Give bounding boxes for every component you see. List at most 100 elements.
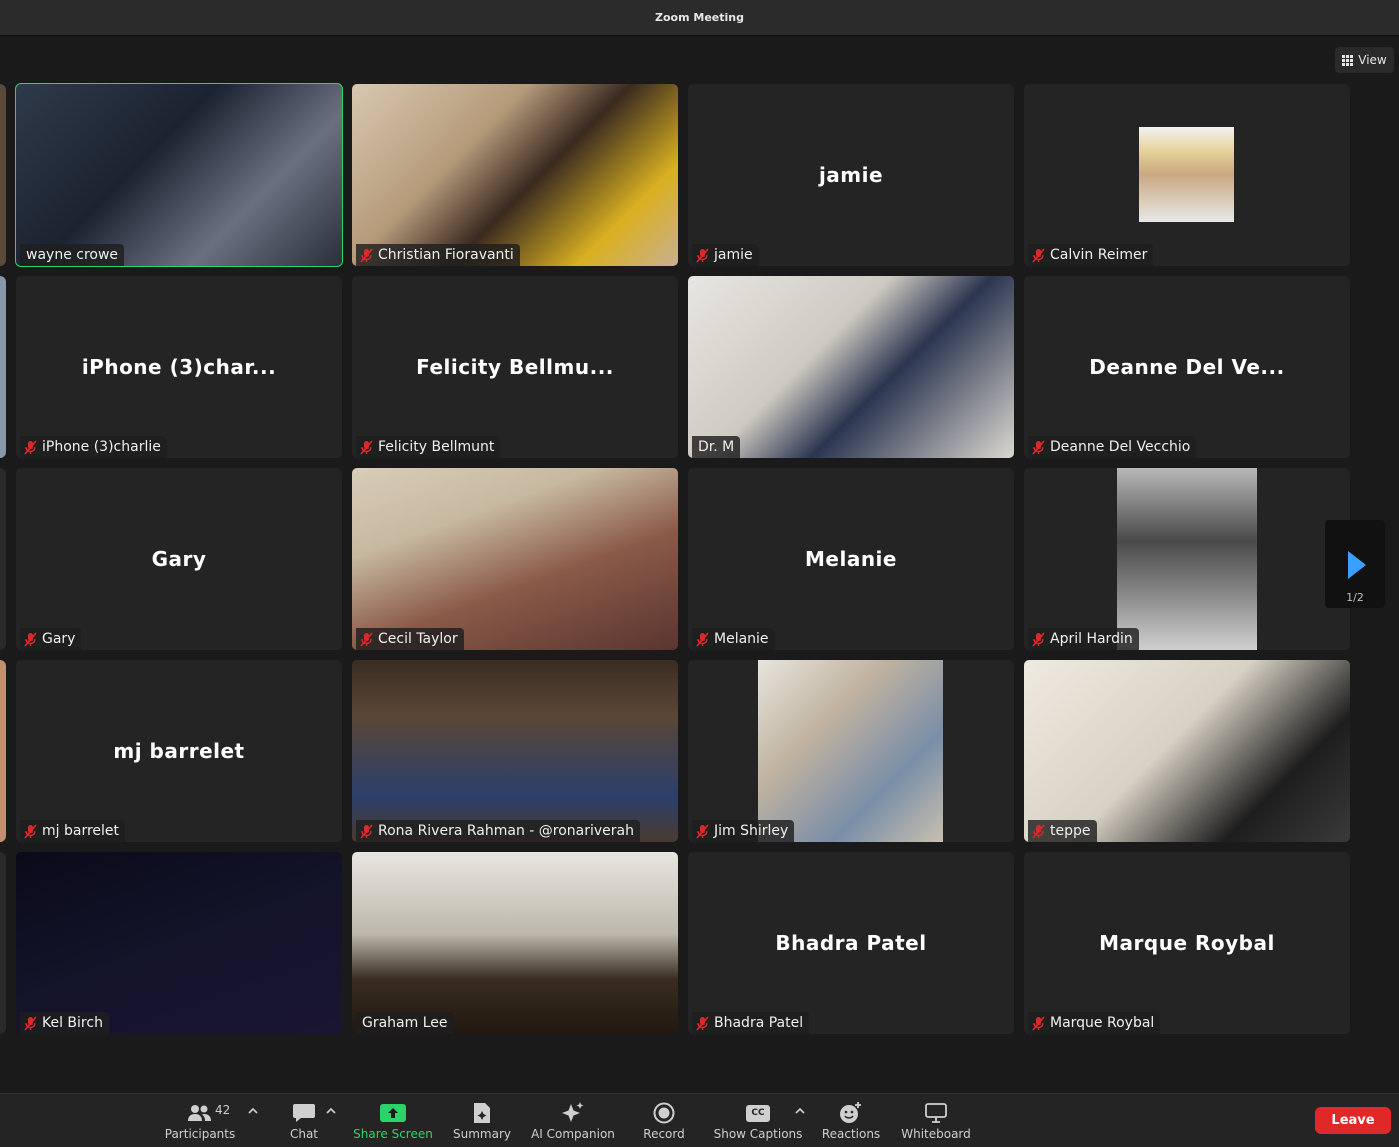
participant-name-label: Marque Roybal [1028,1012,1161,1034]
partial-tile-edge [0,468,6,650]
muted-mic-icon [360,247,373,263]
participant-tile-gary[interactable]: Gary Gary [16,468,342,650]
participant-name: Bhadra Patel [714,1015,804,1031]
next-page-button[interactable]: 1/2 [1325,520,1385,608]
muted-mic-icon [1032,631,1045,647]
participant-name: Dr. M [698,439,735,455]
participant-tile-marque-roybal[interactable]: Marque Roybal Marque Roybal [1024,852,1350,1034]
summary-button[interactable]: Summary [449,1094,515,1147]
participant-tile-christian-fioravanti[interactable]: Christian Fioravanti [352,84,678,266]
participant-tile-dr-m[interactable]: Dr. M [688,276,1014,458]
participant-tile-rona-rivera-rahman-ronariverah[interactable]: Rona Rivera Rahman - @ronariverah [352,660,678,842]
partial-tile-edge [0,276,6,458]
whiteboard-icon [925,1102,947,1124]
muted-mic-icon [24,1015,37,1031]
participant-tile-deanne-del-vecchio[interactable]: Deanne Del Ve... Deanne Del Vecchio [1024,276,1350,458]
participants-button[interactable]: Participants [163,1094,237,1147]
muted-mic-icon [696,823,709,839]
participant-name-label: Gary [20,628,82,650]
chevron-right-icon [1348,551,1366,579]
muted-mic-icon [696,247,709,263]
partial-tile-edge [0,84,6,266]
chat-button[interactable]: Chat [284,1094,324,1147]
participant-tile-felicity-bellmunt[interactable]: Felicity Bellmu... Felicity Bellmunt [352,276,678,458]
participant-name-label: mj barrelet [20,820,126,842]
whiteboard-button[interactable]: Whiteboard [897,1094,975,1147]
participant-name: Kel Birch [42,1015,103,1031]
participant-video [352,468,678,650]
participant-tile-jim-shirley[interactable]: Jim Shirley [688,660,1014,842]
participant-name: Marque Roybal [1050,1015,1155,1031]
summary-icon [472,1102,492,1124]
chat-options-caret[interactable] [326,1106,336,1116]
reactions-label: Reactions [821,1127,881,1141]
participant-name-label: Cecil Taylor [356,628,464,650]
participant-tile-cecil-taylor[interactable]: Cecil Taylor [352,468,678,650]
participant-video [16,852,342,1034]
participant-tile-mj-barrelet[interactable]: mj barrelet mj barrelet [16,660,342,842]
participant-name-label: Dr. M [692,436,741,458]
participant-name-label: jamie [692,244,759,266]
participant-tile-iphone-3-charlie[interactable]: iPhone (3)char... iPhone (3)charlie [16,276,342,458]
participant-name-label: Melanie [692,628,775,650]
participant-tile-bhadra-patel[interactable]: Bhadra Patel Bhadra Patel [688,852,1014,1034]
participant-display-name: iPhone (3)char... [81,355,277,379]
muted-mic-icon [24,823,37,839]
participant-name-label: Kel Birch [20,1012,109,1034]
participant-tile-teppe[interactable]: teppe [1024,660,1350,842]
participant-name: Christian Fioravanti [378,247,514,263]
participant-name: Rona Rivera Rahman - @ronariverah [378,823,634,839]
muted-mic-icon [24,439,37,455]
participant-name: Deanne Del Vecchio [1050,439,1191,455]
muted-mic-icon [1032,439,1045,455]
participant-name-label: teppe [1028,820,1097,842]
record-icon [653,1102,675,1124]
participants-icon [187,1102,213,1124]
reactions-button[interactable]: Reactions [818,1094,884,1147]
participant-name: Felicity Bellmunt [378,439,495,455]
participant-name-label: Christian Fioravanti [356,244,520,266]
participant-video [1024,660,1350,842]
window-title: Zoom Meeting [655,11,744,24]
sparkle-icon [561,1102,585,1124]
participant-name: Graham Lee [362,1015,448,1031]
ai-companion-button[interactable]: AI Companion [527,1094,619,1147]
participant-tile-wayne-crowe[interactable]: wayne crowe [15,83,343,267]
participant-tile-graham-lee[interactable]: Graham Lee [352,852,678,1034]
participant-tile-april-hardin[interactable]: April Hardin [1024,468,1350,650]
reactions-icon [839,1102,863,1124]
view-button[interactable]: View [1335,47,1394,73]
show-captions-label: Show Captions [713,1127,803,1141]
share-screen-button[interactable]: Share Screen [349,1094,437,1147]
participants-options-caret[interactable] [248,1106,258,1116]
participant-video [758,660,943,842]
partial-tile-edge [0,852,6,1034]
view-button-label: View [1358,53,1387,67]
participant-display-name: Melanie [805,547,897,571]
grid-icon [1342,54,1354,66]
title-bar: Zoom Meeting [0,0,1399,36]
ai-companion-label: AI Companion [531,1127,615,1141]
participant-name: wayne crowe [26,247,119,263]
participant-video [352,852,678,1034]
muted-mic-icon [24,631,37,647]
participant-name-label: April Hardin [1028,628,1139,650]
participant-video [688,276,1014,458]
muted-mic-icon [1032,1015,1045,1031]
record-button[interactable]: Record [638,1094,690,1147]
participant-video [16,84,342,266]
participant-tile-calvin-reimer[interactable]: Calvin Reimer [1024,84,1350,266]
participant-name: jamie [714,247,753,263]
participant-name: Jim Shirley [714,823,789,839]
participant-tile-kel-birch[interactable]: Kel Birch [16,852,342,1034]
leave-button[interactable]: Leave [1315,1107,1391,1134]
show-captions-button[interactable]: CC Show Captions [710,1094,806,1147]
participant-tile-jamie[interactable]: jamie jamie [688,84,1014,266]
captions-options-caret[interactable] [795,1106,805,1116]
participant-display-name: Marque Roybal [1099,931,1275,955]
participant-name-label: Deanne Del Vecchio [1028,436,1197,458]
participant-tile-melanie[interactable]: Melanie Melanie [688,468,1014,650]
participant-name: Melanie [714,631,769,647]
muted-mic-icon [1032,823,1045,839]
participant-name-label: Rona Rivera Rahman - @ronariverah [356,820,640,842]
